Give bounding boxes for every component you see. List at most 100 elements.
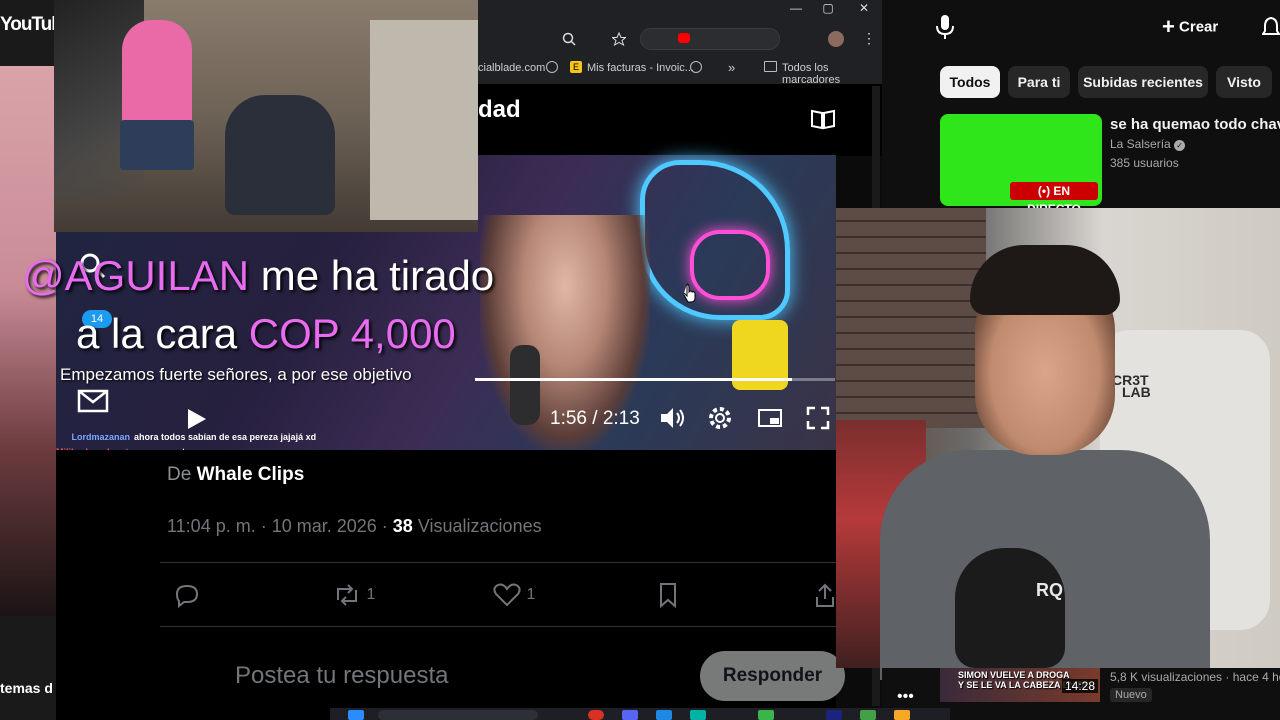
reply-button[interactable]: Responder <box>700 651 845 701</box>
post-meta: 11:04 p. m. · 10 mar. 2026 · 38 Visualiz… <box>167 516 542 537</box>
donation-message: Empezamos fuerte señores, a por ese obje… <box>60 365 412 384</box>
mic-brand: RQ <box>1036 580 1063 600</box>
youtube-extension-icon[interactable] <box>678 33 690 43</box>
chip-todos[interactable]: Todos <box>940 66 1000 98</box>
webcam-person-seated <box>225 95 335 215</box>
share-icon[interactable] <box>814 582 836 608</box>
channel-name: La Salsería <box>1110 137 1171 151</box>
video-microphone <box>510 345 540 425</box>
app-taskbar-icon[interactable] <box>860 710 876 720</box>
retweet-count: 1 <box>366 586 376 604</box>
heart-icon <box>493 583 521 607</box>
verified-icon: ✓ <box>1174 140 1186 151</box>
picture-in-picture-icon[interactable] <box>756 404 784 432</box>
profile-avatar[interactable] <box>828 31 844 47</box>
microphone-icon[interactable] <box>930 12 960 42</box>
chip-visto[interactable]: Visto <box>1216 66 1272 98</box>
chip-subidas-recientes[interactable]: Subidas recientes <box>1078 66 1208 98</box>
donation-alert-line1: @AGUILAN me ha tirado <box>22 252 494 300</box>
create-button[interactable]: + Crear <box>1162 14 1246 44</box>
play-icon[interactable] <box>186 407 208 431</box>
app-taskbar-icon[interactable] <box>758 710 774 720</box>
post-timestamp[interactable]: 11:04 p. m. · 10 mar. 2026 · <box>167 516 388 536</box>
webcam-person-skirt <box>120 120 194 170</box>
globe-icon <box>546 61 558 73</box>
facecam-brick-wall <box>836 208 986 428</box>
bookmark-facturas[interactable]: Mis facturas - Invoic... <box>587 62 694 74</box>
more-options-icon[interactable]: ••• <box>897 688 914 706</box>
temas-label: temas d <box>0 680 53 696</box>
app-taskbar-icon[interactable] <box>656 710 672 720</box>
views-count: 38 <box>392 516 413 536</box>
streamer-hair <box>970 245 1120 315</box>
next-video-views: 5,8 K visualizaciones · hace 4 hor <box>1110 670 1280 684</box>
close-window-button[interactable]: ✕ <box>846 0 882 20</box>
donation-alert-line2: a la cara COP 4,000 <box>76 310 456 358</box>
maximize-button[interactable]: ▢ <box>810 0 846 20</box>
live-video-title[interactable]: se ha quemao todo chavales <box>1110 116 1280 133</box>
source-name[interactable]: Whale Clips <box>197 464 305 485</box>
retweet-icon <box>337 584 357 606</box>
donation-amount: COP 4,000 <box>248 310 456 357</box>
chip-para-ti[interactable]: Para ti <box>1008 66 1070 98</box>
fullscreen-icon[interactable] <box>804 404 832 432</box>
folder-icon <box>764 61 777 72</box>
chat-username[interactable]: Lordmazanan <box>56 430 130 445</box>
chat-message: Lordmazanan ahora todos sabían de esa per… <box>56 430 316 445</box>
chat-text: ahora todos sabían de esa pereza jajajá … <box>134 432 316 442</box>
minimize-button[interactable]: — <box>778 0 814 20</box>
app-taskbar-icon[interactable] <box>690 710 706 720</box>
source-prefix: De <box>167 464 192 485</box>
zoom-icon[interactable] <box>562 32 576 46</box>
views-label: Visualizaciones <box>417 516 542 536</box>
settings-gear-icon[interactable] <box>706 404 734 432</box>
create-label: Crear <box>1179 18 1219 36</box>
chair-logo: CR3T LAB <box>1112 373 1151 399</box>
live-channel-name[interactable]: La Salsería ✓ <box>1110 137 1186 151</box>
stream-screen: YouTube temas d — ▢ ✕ ⋮ cialblade.com E … <box>0 0 1280 720</box>
bookmark-all[interactable]: Todos los marcadores <box>782 62 882 86</box>
like-count: 1 <box>526 586 536 604</box>
windows-start-icon[interactable] <box>348 710 364 720</box>
retweet-button[interactable]: 1 <box>332 582 392 608</box>
volume-icon[interactable] <box>658 404 686 432</box>
streamer-microphone <box>955 548 1065 668</box>
alert-text: me ha tirado <box>260 252 495 299</box>
app-taskbar-icon[interactable] <box>826 710 842 720</box>
live-icon: (•) <box>1037 184 1054 198</box>
plus-icon: + <box>1162 14 1175 39</box>
divider <box>160 562 836 563</box>
youtube-left-thumbnail[interactable] <box>0 66 56 616</box>
video-progress-fill <box>475 378 792 381</box>
mail-icon[interactable] <box>76 386 110 416</box>
reply-icon[interactable] <box>172 582 202 608</box>
star-icon[interactable] <box>612 32 626 46</box>
like-button[interactable]: 1 <box>492 582 552 608</box>
discord-taskbar-icon[interactable] <box>622 710 638 720</box>
donor-name: @AGUILAN <box>22 252 250 299</box>
bookmarks-overflow[interactable]: » <box>728 60 735 75</box>
webcam-wall <box>370 20 478 220</box>
invoice-icon: E <box>570 61 582 73</box>
new-badge: Nuevo <box>1110 688 1152 702</box>
taskbar-search[interactable] <box>378 710 538 720</box>
book-icon[interactable] <box>810 108 836 130</box>
post-title-partial: dad <box>478 96 521 123</box>
menu-dots-icon[interactable]: ⋮ <box>862 30 876 47</box>
bookmark-socialblade[interactable]: cialblade.com <box>478 62 545 74</box>
reply-input[interactable]: Postea tu respuesta <box>235 662 448 690</box>
mouse-cursor-icon <box>683 283 696 303</box>
live-viewer-count: 385 usuarios <box>1110 156 1179 170</box>
folder-taskbar-icon[interactable] <box>894 710 910 720</box>
video-time: 1:56 / 2:13 <box>550 408 640 429</box>
divider <box>160 626 836 627</box>
bookmark-icon[interactable] <box>656 582 680 608</box>
bookmarks-bar: cialblade.com E Mis facturas - Invoic...… <box>478 58 882 86</box>
chrome-taskbar-icon[interactable] <box>588 710 604 720</box>
globe-icon <box>690 61 702 73</box>
extensions-group[interactable] <box>640 28 780 50</box>
post-source: De Whale Clips <box>167 464 304 486</box>
bell-icon[interactable] <box>1262 16 1280 38</box>
live-badge: (•) EN DIRECTO <box>1010 182 1098 216</box>
video-duration: 14:28 <box>1062 679 1099 693</box>
